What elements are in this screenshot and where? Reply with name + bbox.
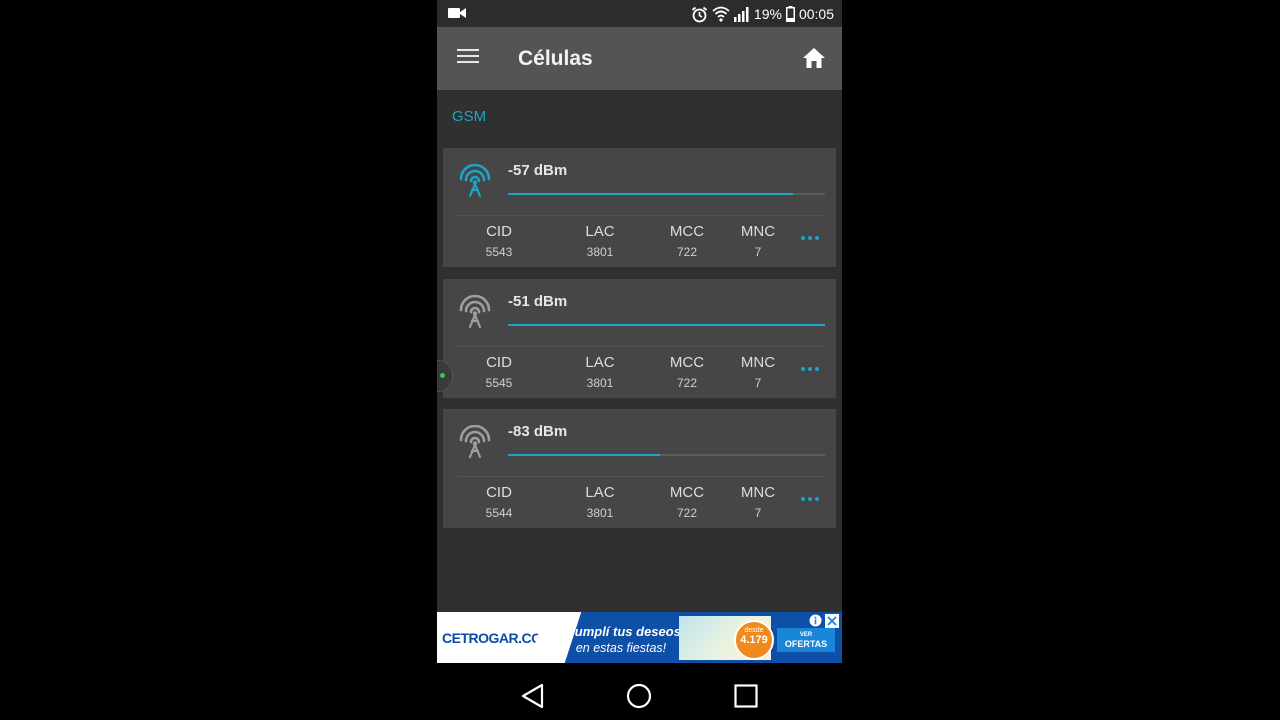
cid-column: CID 5544 [485,484,513,520]
divider [457,476,825,477]
status-bar: 19% 00:05 [437,0,842,27]
signal-bar [508,193,825,195]
lac-column: LAC 3801 [585,223,615,259]
battery-icon [785,6,795,22]
video-camera-icon [448,8,466,18]
signal-strength: -83 dBm [508,423,568,440]
ad-price-badge: desde 4.179 [734,620,774,660]
hamburger-menu-icon[interactable] [457,49,479,67]
cell-card[interactable]: -83 dBm CID 5544 LAC 3801 MCC 722 MNC 7 [443,409,836,528]
battery-percent: 19% [753,6,782,22]
recents-square-icon[interactable] [734,684,758,708]
mcc-column: MCC 722 [669,223,705,259]
divider [457,346,825,347]
more-options-icon[interactable] [799,357,827,381]
signal-strength: -57 dBm [508,162,568,179]
lac-column: LAC 3801 [585,484,615,520]
status-time: 00:05 [798,6,834,22]
signal-bar-fill [508,454,661,456]
app-bar: Células [437,27,842,90]
signal-bar-fill [508,193,794,195]
more-options-icon[interactable] [799,487,827,511]
cid-column: CID 5545 [485,354,513,390]
ad-cta-button[interactable]: VER OFERTAS [777,628,835,652]
cell-card[interactable]: -57 dBm CID 5543 LAC 3801 MCC 722 MNC 7 [443,148,836,267]
lac-column: LAC 3801 [585,354,615,390]
ad-cta-label: OFERTAS [784,639,828,649]
divider [457,215,825,216]
ad-banner[interactable]: CETROGAR.COM ¡Cumplí tus deseos en estas… [437,612,842,663]
more-options-icon[interactable] [799,226,827,250]
cell-card[interactable]: -51 dBm CID 5545 LAC 3801 MCC 722 MNC 7 [443,279,836,398]
signal-bar-fill [508,324,825,326]
page-title: Células [518,47,593,70]
home-icon[interactable] [802,47,826,69]
mnc-column: MNC 7 [740,484,776,520]
ad-price-prefix: desde [744,627,764,634]
status-right-group: 19% 00:05 [691,4,834,24]
cell-signal-icon [733,6,749,22]
signal-bar [508,324,825,326]
signal-strength: -51 dBm [508,293,568,310]
ad-line-2: en estas fiestas! [575,641,667,655]
ad-line-1: ¡Cumplí tus deseos [561,624,681,639]
system-nav-bar [437,663,842,720]
antenna-icon [459,164,491,198]
cid-column: CID 5543 [485,223,513,259]
mcc-column: MCC 722 [669,354,705,390]
section-label-gsm: GSM [452,108,487,125]
home-circle-icon[interactable] [626,683,652,709]
alarm-clock-icon [691,6,707,22]
wifi-icon [712,6,730,22]
mcc-column: MCC 722 [669,484,705,520]
ad-headline: ¡Cumplí tus deseos en estas fiestas! [561,624,681,656]
ad-price: 4.179 [740,634,768,646]
antenna-icon [459,425,491,459]
back-triangle-icon[interactable] [521,683,545,709]
mnc-column: MNC 7 [740,354,776,390]
signal-bar [508,454,825,456]
antenna-icon [459,295,491,329]
ad-info-icon[interactable] [809,614,822,627]
ad-close-icon[interactable] [825,614,839,628]
mnc-column: MNC 7 [740,223,776,259]
phone-screen: 19% 00:05 Células GSM -57 dBm CID 5543 LA… [437,0,842,720]
